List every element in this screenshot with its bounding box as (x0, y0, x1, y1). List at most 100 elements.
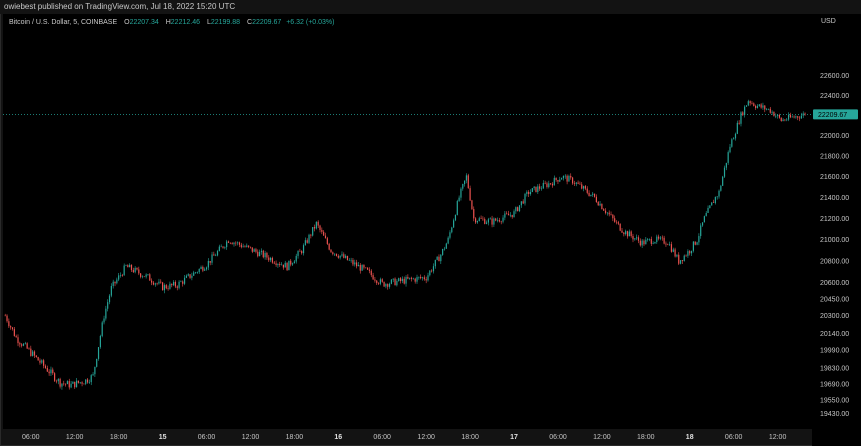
time-tick-label: 06:00 (22, 434, 40, 441)
candle-down (498, 220, 500, 222)
candle-down (359, 264, 361, 271)
candle-up (288, 260, 290, 271)
candle-up (453, 220, 455, 228)
candle-down (152, 282, 155, 285)
candle-up (94, 366, 96, 375)
candle-down (310, 234, 312, 236)
candle-down (238, 242, 241, 245)
price-tick-label: 22600.00 (820, 73, 849, 80)
candle-down (86, 379, 89, 383)
candle-down (632, 236, 634, 240)
candle-down (114, 281, 116, 284)
candle-down (44, 365, 47, 369)
time-tick-label: 17 (510, 434, 518, 441)
candle-down (773, 111, 775, 117)
candle-up (92, 374, 94, 376)
price-tick-label: 21400.00 (820, 195, 849, 202)
candle-down (630, 231, 632, 237)
candle-down (301, 251, 303, 254)
candle-down (346, 255, 349, 261)
candle-down (544, 182, 546, 184)
candle-down (290, 260, 292, 265)
candle-down (650, 238, 652, 244)
candle-down (326, 238, 328, 244)
time-tick-label: 18:00 (637, 434, 655, 441)
candle-up (297, 251, 299, 256)
candle-up (568, 175, 570, 182)
candle-down (517, 207, 519, 212)
candle-down (39, 360, 41, 363)
candle-up (412, 278, 414, 280)
candle-down (506, 213, 508, 215)
candle-up (775, 115, 777, 117)
candle-up (464, 180, 466, 185)
candle-up (656, 236, 658, 243)
time-tick-label: 12:00 (242, 434, 260, 441)
candle-down (584, 186, 587, 189)
candle-down (286, 262, 288, 271)
candle-up (61, 383, 63, 387)
candle-up (224, 247, 226, 248)
candle-up (200, 266, 202, 269)
candle-up (700, 225, 702, 237)
candlestick-chart[interactable]: 22600.0022400.0022200.0022000.0021800.00… (0, 0, 861, 446)
candle-down (420, 276, 422, 279)
candle-down (376, 280, 378, 284)
candle-down (52, 369, 54, 374)
candle-up (211, 254, 213, 263)
candle-down (643, 240, 645, 245)
candle-up (269, 257, 272, 261)
price-tick-label: 20450.00 (820, 297, 849, 304)
candle-up (339, 255, 341, 258)
candle-up (800, 115, 802, 119)
candle-down (323, 231, 325, 236)
candle-up (782, 119, 784, 121)
price-tick-label: 22000.00 (820, 133, 849, 140)
last-price-tag: 22209.67 (813, 109, 858, 120)
candle-up (308, 234, 310, 243)
candle-down (550, 183, 552, 184)
candle-down (760, 104, 762, 108)
candle-down (484, 219, 486, 224)
candle-up (75, 380, 78, 388)
candle-down (282, 264, 284, 268)
candle-down (10, 326, 12, 328)
candle-up (628, 231, 630, 237)
time-tick-label: 12:00 (417, 434, 435, 441)
candle-down (149, 274, 151, 281)
candle-up (648, 238, 651, 240)
candle-up (145, 274, 147, 277)
candle-down (603, 209, 605, 211)
candle-down (658, 236, 660, 239)
candle-up (758, 104, 760, 106)
candle-down (639, 240, 641, 246)
candle-down (335, 253, 338, 257)
candle-down (222, 246, 224, 248)
time-tick-label: 12:00 (769, 434, 787, 441)
candle-down (370, 270, 372, 276)
candle-down (68, 381, 70, 388)
candle-down (15, 336, 17, 338)
candle-down (667, 244, 669, 246)
candle-down (480, 218, 482, 219)
candle-up (185, 275, 187, 278)
candle-down (431, 270, 433, 272)
candle-up (442, 249, 444, 255)
candle-down (227, 241, 230, 243)
price-tick-label: 19990.00 (820, 348, 849, 355)
candle-up (771, 111, 773, 113)
candle-down (46, 368, 48, 372)
candle-down (793, 116, 795, 118)
candle-up (734, 133, 737, 139)
candle-up (736, 122, 738, 134)
candle-up (198, 268, 200, 273)
candle-up (513, 211, 515, 218)
candle-up (129, 264, 131, 268)
candle-up (489, 218, 491, 220)
candle-up (348, 260, 350, 261)
candle-up (698, 236, 700, 243)
candle-up (443, 248, 446, 250)
candle-up (599, 203, 601, 206)
candle-up (533, 186, 535, 189)
candle-down (127, 265, 129, 268)
